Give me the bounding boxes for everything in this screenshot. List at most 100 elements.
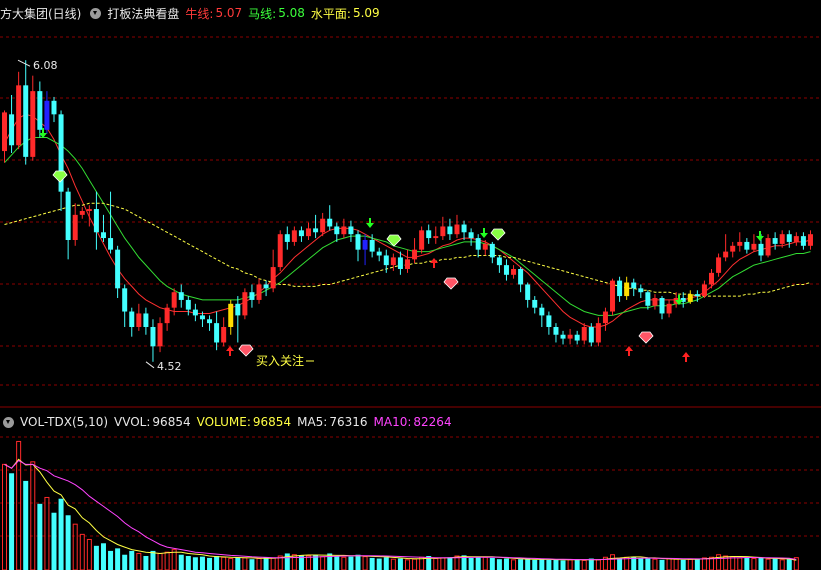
- volume-bar: [489, 557, 495, 570]
- candle-body: [242, 292, 248, 316]
- volume-bar: [235, 557, 241, 570]
- volume-bar: [199, 556, 205, 570]
- volume-bar: [553, 559, 559, 570]
- candle-body: [511, 269, 517, 275]
- candle-body: [390, 257, 396, 266]
- kline-chart: 6.08 4.52 买入关注: [0, 36, 821, 570]
- candle-body: [30, 91, 36, 157]
- candle-body: [666, 303, 672, 314]
- candle-body: [765, 238, 771, 256]
- grid-lines: [0, 36, 821, 537]
- volume-bar: [758, 557, 764, 570]
- candle-body: [306, 228, 312, 237]
- volume-bar: [115, 548, 121, 570]
- ma-line-label: 马线:: [248, 6, 277, 21]
- buy-arrow-icon: [226, 346, 234, 356]
- candle-body: [221, 327, 227, 343]
- volume-bar: [383, 557, 389, 570]
- candle-body: [426, 230, 432, 239]
- volume-bar: [86, 538, 92, 570]
- volume-bar: [786, 559, 792, 570]
- candle-body: [207, 319, 213, 324]
- candle-body: [277, 234, 283, 268]
- stock-title: 方大集团(日线): [0, 6, 82, 21]
- candle-body: [807, 234, 813, 246]
- volume-bar: [327, 553, 333, 570]
- candle-body: [129, 311, 135, 327]
- diamond-icon: [386, 234, 402, 247]
- volume-bar: [178, 554, 184, 570]
- candle-body: [157, 323, 163, 347]
- candle-body: [9, 114, 15, 146]
- candle-body: [2, 112, 7, 152]
- candle-body: [291, 230, 297, 242]
- candle-body: [687, 294, 693, 302]
- indicator-settings-icon[interactable]: [90, 7, 102, 19]
- candle-body: [376, 251, 382, 256]
- volume-bar: [51, 512, 57, 570]
- volume-bar: [334, 556, 340, 570]
- volume-bar: [228, 558, 234, 570]
- candle-body: [65, 191, 71, 240]
- candle-body: [284, 234, 290, 242]
- volume-bar: [680, 559, 686, 570]
- candle-body: [638, 288, 644, 293]
- volume-bar: [560, 560, 566, 570]
- volume-bar: [595, 559, 601, 570]
- volume-bar: [185, 556, 191, 570]
- volume-settings-icon[interactable]: [3, 416, 14, 428]
- low-price-label: 4.52: [157, 360, 182, 373]
- volume-bar: [2, 463, 7, 570]
- candle-body: [440, 226, 446, 237]
- volume-bar: [546, 559, 552, 570]
- volume-bar: [143, 556, 149, 570]
- candle-body: [348, 226, 354, 235]
- candle-body: [136, 313, 142, 327]
- volume-bar: [79, 533, 85, 570]
- candle-body: [744, 241, 750, 250]
- candle-body: [737, 241, 743, 246]
- candle-body: [716, 257, 722, 273]
- candle-body: [263, 284, 269, 289]
- volume-bar: [214, 556, 220, 570]
- high-price-pointer: [17, 59, 31, 67]
- ma-line-value: 5.08: [278, 6, 305, 20]
- candle-body: [150, 327, 156, 347]
- candle-body: [645, 292, 651, 306]
- candle-body: [730, 245, 736, 252]
- vvol-value: 96854: [152, 415, 191, 429]
- volume-bar: [532, 559, 538, 570]
- volume-bar: [779, 559, 785, 570]
- vvol-label: VVOL:: [114, 415, 151, 429]
- diamond-icon: [52, 170, 68, 183]
- volume-bar: [157, 552, 163, 570]
- main-chart-header: 方大集团(日线) 打板法典看盘 牛线: 5.07 马线: 5.08 水平面: 5…: [0, 3, 386, 23]
- candle-body: [362, 240, 368, 250]
- candle-body: [447, 226, 453, 235]
- volume-bar: [249, 559, 255, 570]
- volume-bar: [638, 557, 644, 570]
- volume-bar: [9, 473, 15, 570]
- candle-body: [758, 243, 764, 256]
- volume-indicator-name[interactable]: VOL-TDX(5,10): [20, 415, 108, 429]
- volume-bar: [306, 555, 312, 570]
- candle-body: [383, 255, 389, 266]
- volume-bar: [30, 461, 36, 570]
- volume-bar: [207, 557, 213, 570]
- volume-bar: [581, 559, 587, 570]
- candle-body: [518, 269, 524, 285]
- candle-body: [192, 309, 198, 316]
- candle-body: [553, 327, 559, 335]
- candle-body: [751, 243, 757, 250]
- candle-body: [786, 234, 792, 242]
- high-price-label: 6.08: [33, 59, 58, 72]
- indicator-name[interactable]: 打板法典看盘: [107, 5, 179, 22]
- candle-body: [525, 284, 531, 300]
- diamond-icon: [638, 331, 654, 344]
- volume-bar: [482, 556, 488, 570]
- volume-bar: [412, 558, 418, 570]
- candle-body: [610, 280, 616, 312]
- candle-body: [93, 209, 99, 233]
- volume-bar: [284, 553, 290, 570]
- volume-bar: [150, 550, 156, 570]
